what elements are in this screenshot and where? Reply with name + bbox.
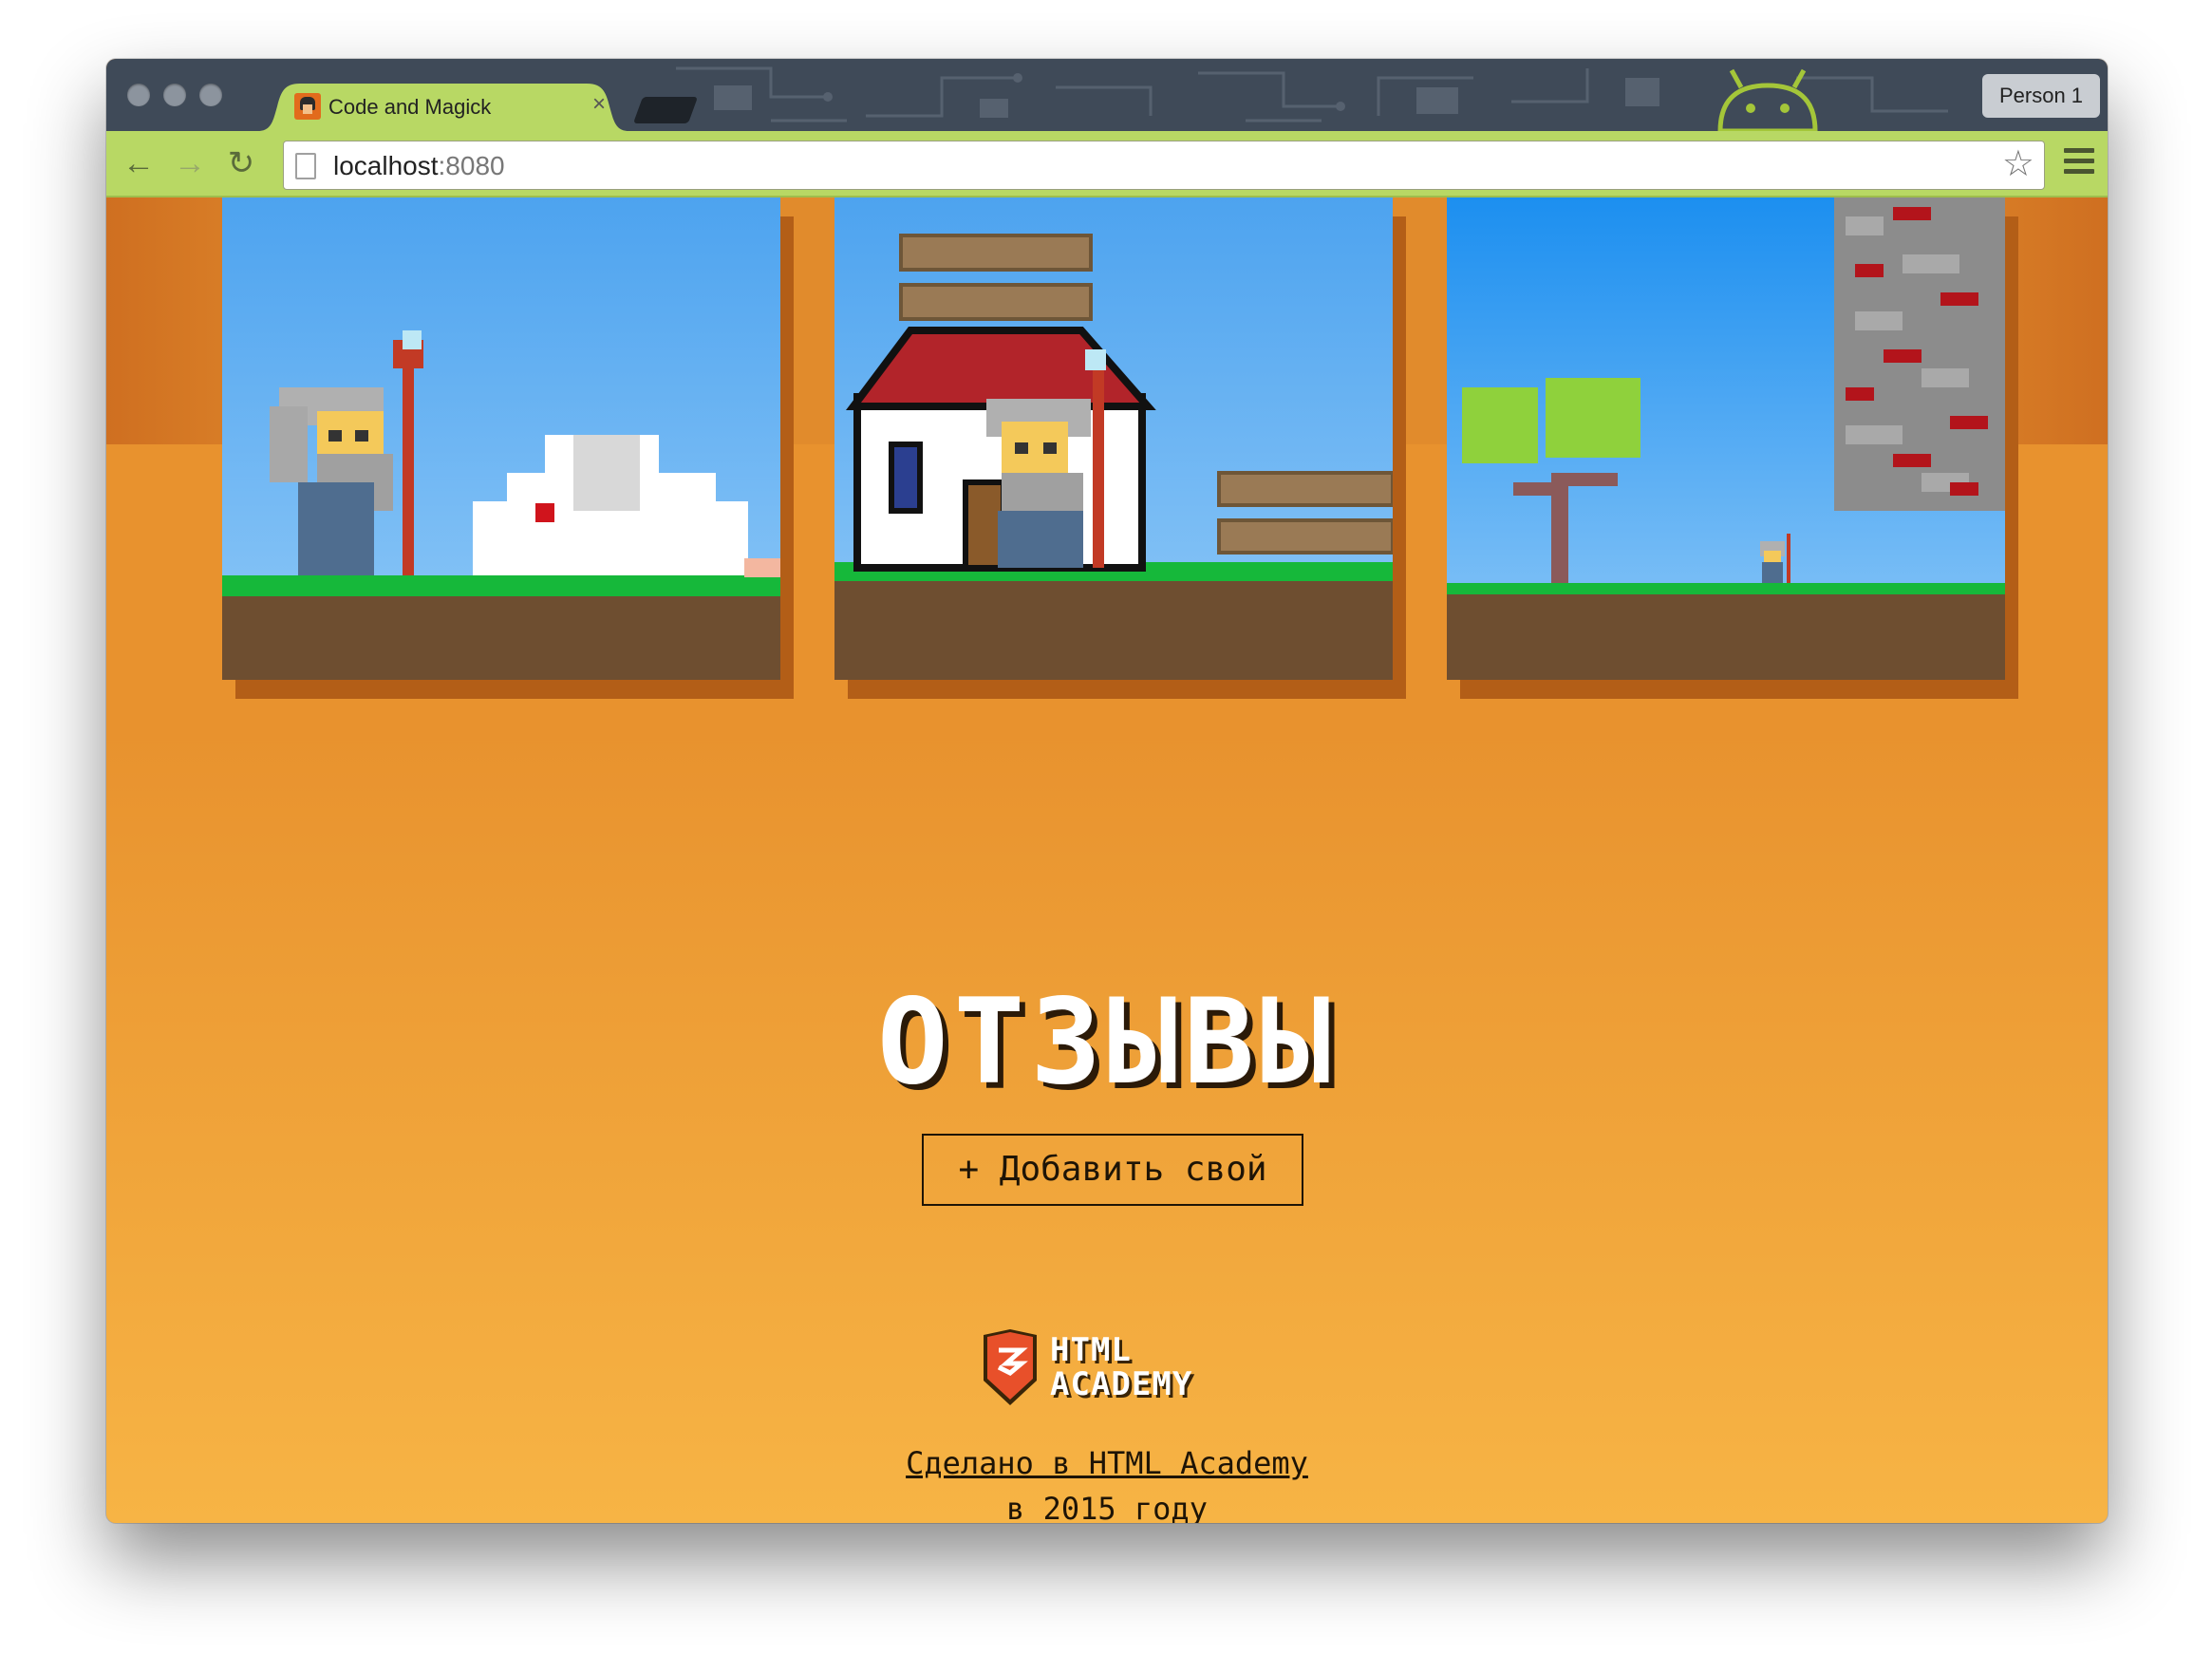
tab-title: Code and Magick <box>328 95 492 119</box>
logo-line-1: HTML <box>1050 1331 1132 1369</box>
logo-line-2: ACADEMY <box>1050 1365 1193 1403</box>
game-screenshot-1 <box>222 197 794 699</box>
add-review-button[interactable]: + Добавить свой <box>922 1134 1303 1206</box>
tab-bar: Code and Magick × Person 1 <box>106 59 2108 131</box>
new-tab-button[interactable] <box>632 97 699 123</box>
made-in-link[interactable]: Сделано в HTML Academy <box>106 1445 2108 1481</box>
html-academy-logo[interactable]: HTML ACADEMY <box>982 1329 1247 1409</box>
page-content: ОТЗЫВЫ + Добавить свой HTML ACADEMY Сдел… <box>106 197 2108 1523</box>
scene-wizard-cloud <box>222 197 780 680</box>
url-host: localhost <box>333 151 439 180</box>
tab-close-icon[interactable]: × <box>592 91 606 118</box>
address-bar[interactable]: localhost:8080 ☆ <box>283 141 2045 190</box>
menu-icon[interactable] <box>2064 148 2094 177</box>
browser-window: Code and Magick × Person 1 ← → ↻ localho… <box>106 59 2108 1523</box>
reload-icon[interactable]: ↻ <box>224 146 258 180</box>
copyright-year: в 2015 году <box>1006 1491 1208 1523</box>
tab-code-and-magick[interactable]: Code and Magick × <box>258 82 628 131</box>
favicon-icon <box>294 93 321 120</box>
url-port: :8080 <box>438 151 505 180</box>
scene-wizard-tree <box>1447 197 2005 680</box>
forward-icon[interactable]: → <box>173 146 207 180</box>
window-minimize-button[interactable] <box>163 84 186 106</box>
bookmark-star-icon[interactable]: ☆ <box>2002 145 2034 183</box>
android-logo-icon <box>1717 68 1818 131</box>
game-screenshot-2 <box>834 197 1406 699</box>
profile-button[interactable]: Person 1 <box>1982 74 2100 118</box>
window-zoom-button[interactable] <box>199 84 222 106</box>
scene-wizard-house <box>834 197 1393 680</box>
url-text: localhost:8080 <box>333 151 505 181</box>
page-icon <box>295 153 316 179</box>
window-close-button[interactable] <box>127 84 150 106</box>
game-screenshot-3 <box>1447 197 2018 699</box>
reviews-title: ОТЗЫВЫ <box>877 974 1337 1111</box>
back-icon[interactable]: ← <box>122 146 156 180</box>
browser-toolbar: ← → ↻ localhost:8080 ☆ <box>106 131 2108 197</box>
academy-shield-icon <box>984 1329 1037 1405</box>
